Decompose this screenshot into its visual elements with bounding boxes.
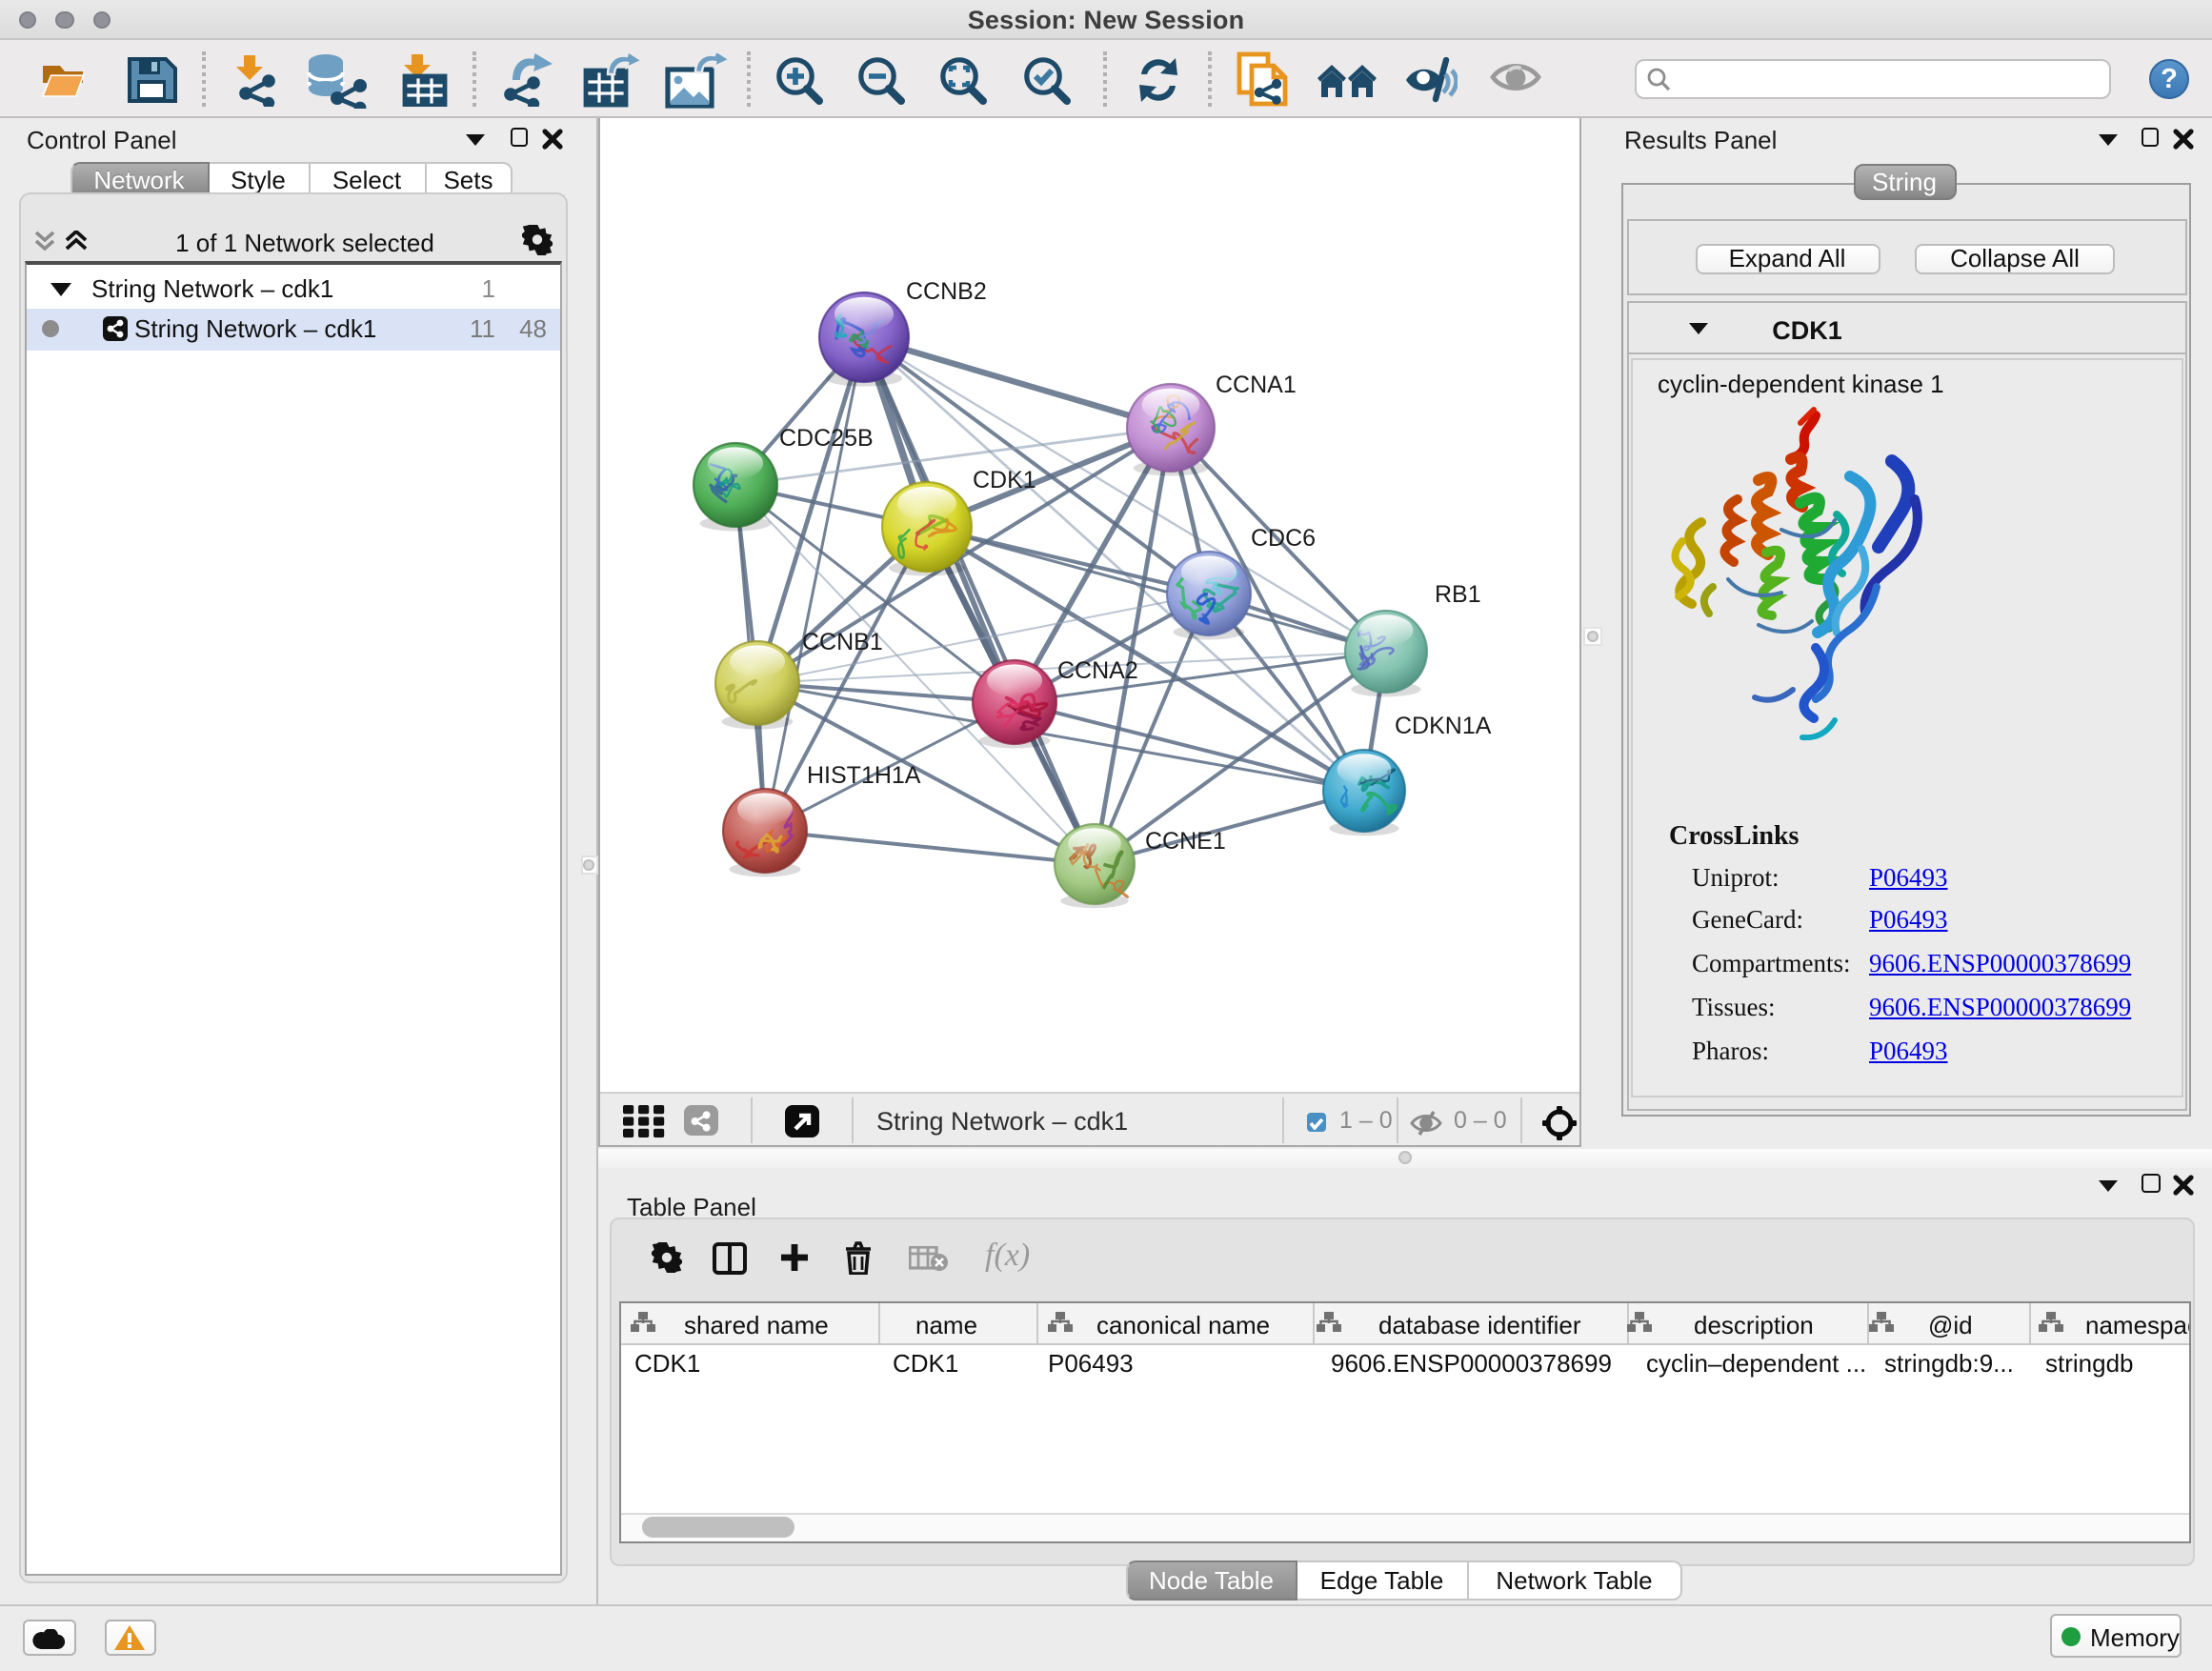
svg-text:CCNA1: CCNA1 [1215,372,1296,398]
svg-text:CCNB2: CCNB2 [905,278,986,305]
svg-text:CCNB1: CCNB1 [801,629,882,655]
svg-text:CDKN1A: CDKN1A [1394,713,1491,739]
svg-text:RB1: RB1 [1434,581,1480,608]
svg-text:CCNE1: CCNE1 [1144,828,1225,855]
svg-text:HIST1H1A: HIST1H1A [806,762,920,789]
svg-text:CDC6: CDC6 [1250,525,1315,552]
svg-text:CCNA2: CCNA2 [1056,657,1137,684]
svg-text:CDC25B: CDC25B [778,425,873,452]
svg-text:CDK1: CDK1 [972,467,1036,493]
